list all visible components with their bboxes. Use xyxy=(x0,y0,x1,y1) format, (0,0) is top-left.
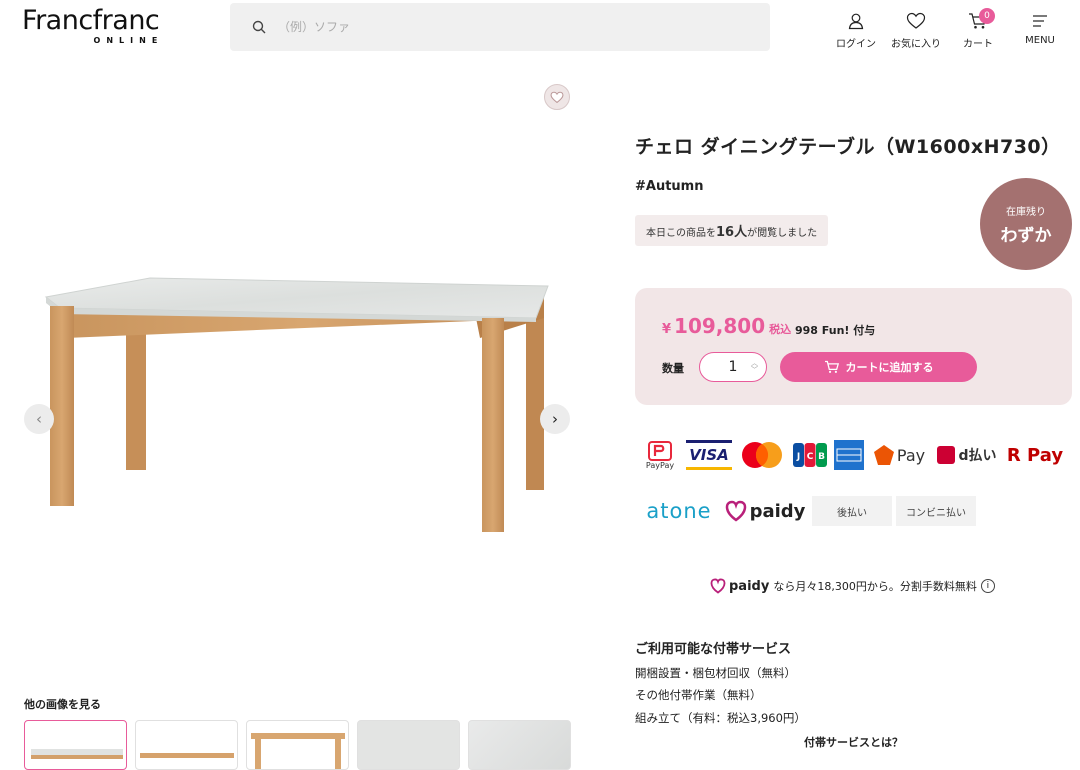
svg-text:C: C xyxy=(807,452,814,462)
thumbnail-2[interactable] xyxy=(135,720,238,770)
amex-logo xyxy=(834,440,864,470)
favorites-label: お気に入り xyxy=(891,39,941,50)
add-to-favorites-button[interactable] xyxy=(544,84,570,110)
thumbnail-3[interactable] xyxy=(246,720,349,770)
service-item: 組み立て（有料：税込3,960円） xyxy=(635,711,806,725)
visa-label: VISA xyxy=(689,446,729,464)
services-info-link[interactable]: 付帯サービスとは？ xyxy=(804,734,903,750)
search-input[interactable] xyxy=(276,19,716,35)
rakuten-pay-label: R Pay xyxy=(1006,444,1064,466)
hamburger-icon xyxy=(1033,15,1047,27)
gallery-next-button[interactable]: › xyxy=(540,404,570,434)
mastercard-icon xyxy=(742,442,782,468)
mastercard-logo xyxy=(738,440,786,470)
cart-count-badge: 0 xyxy=(979,8,995,24)
chevron-left-icon: ‹ xyxy=(36,410,42,428)
gallery-prev-button[interactable]: ‹ xyxy=(24,404,54,434)
paypay-label: PayPay xyxy=(645,460,675,470)
purchase-panel: ¥109,800 税込 998 Fun! 付与 数量 1 ︿ ﹀ カートに追加する xyxy=(635,288,1072,405)
amex-icon xyxy=(836,448,862,462)
price-value: 109,800 xyxy=(674,314,766,338)
favorites-link[interactable]: お気に入り xyxy=(886,12,946,50)
user-icon xyxy=(848,13,864,30)
au-pay-icon xyxy=(873,445,894,465)
paidy-installment-text: なら月々18,300円から。分割手数料無料 xyxy=(773,580,977,593)
paidy-label: paidy xyxy=(749,500,806,522)
service-item: その他付帯作業（無料） xyxy=(635,688,762,702)
logo-text: Francfranc xyxy=(22,5,160,36)
info-icon[interactable]: i xyxy=(980,579,995,593)
jcb-logo: J C B xyxy=(792,442,828,468)
service-item: 開梱設置・梱包材回収（無料） xyxy=(635,666,796,680)
chevron-right-icon: › xyxy=(552,410,558,428)
viewed-prefix: 本日この商品を xyxy=(646,228,716,239)
viewed-count: 16人 xyxy=(716,225,748,240)
reward-points: 998 Fun! 付与 xyxy=(795,324,876,337)
currency-symbol: ¥ xyxy=(662,322,672,337)
viewed-count-notice: 本日この商品を16人が閲覧しました xyxy=(635,215,829,246)
quantity-stepper[interactable]: 1 ︿ ﹀ xyxy=(699,352,767,382)
quantity-label: 数量 xyxy=(662,362,684,375)
docomo-icon xyxy=(937,446,956,464)
add-to-cart-button[interactable]: カートに追加する xyxy=(780,352,977,382)
paidy-icon xyxy=(710,578,726,594)
au-pay-logo: Pay xyxy=(870,444,928,466)
paypay-icon xyxy=(648,440,672,461)
atone-logo: atone xyxy=(640,499,718,523)
search-bar[interactable] xyxy=(230,3,770,51)
thumbnail-strip xyxy=(24,720,571,770)
heart-icon xyxy=(550,91,564,103)
product-main-image xyxy=(44,277,549,532)
payment-methods-row-1: PayPay VISA J C B Pay d払い R Pay xyxy=(640,440,1070,470)
cart-link[interactable]: 0 カート xyxy=(948,8,1008,50)
login-label: ログイン xyxy=(836,39,876,50)
convenience-store-payment-badge: コンビニ払い xyxy=(896,496,976,526)
other-images-heading: 他の画像を見る xyxy=(24,698,101,711)
stock-status: わずか xyxy=(1000,225,1052,246)
atone-label: atone xyxy=(646,499,712,523)
services-heading: ご利用可能な付帯サービス xyxy=(635,642,792,657)
add-to-cart-label: カートに追加する xyxy=(845,361,934,374)
visa-logo: VISA xyxy=(686,440,732,470)
heart-icon xyxy=(906,12,926,29)
up-down-chevron-icon[interactable]: ︿ ﹀ xyxy=(751,360,758,374)
product-price: ¥109,800 税込 xyxy=(662,314,791,338)
rakuten-pay-logo: R Pay xyxy=(1006,445,1064,466)
paidy-icon xyxy=(725,500,746,522)
d-pay-logo: d払い xyxy=(934,445,1000,465)
paidy-installment-info: paidy なら月々18,300円から。分割手数料無料 i xyxy=(710,578,995,594)
cart-icon xyxy=(824,360,839,373)
search-icon xyxy=(252,20,266,34)
paidy-brand: paidy xyxy=(729,578,770,594)
d-pay-label: d払い xyxy=(958,448,997,464)
cart-label: カート xyxy=(963,39,993,50)
thumbnail-1[interactable] xyxy=(24,720,127,770)
tax-label: 税込 xyxy=(769,323,792,336)
jcb-icon: J C B xyxy=(793,443,827,467)
deferred-payment-badge: 後払い xyxy=(812,496,892,526)
payment-methods-row-2: atone paidy 後払い コンビニ払い xyxy=(640,496,980,526)
product-title: チェロ ダイニングテーブル（W1600xH730） xyxy=(635,136,1061,158)
stock-label: 在庫残り xyxy=(1006,206,1046,218)
au-pay-label: Pay xyxy=(896,445,926,465)
viewed-suffix: が閲覧しました xyxy=(747,228,818,239)
thumbnail-4[interactable] xyxy=(357,720,460,770)
menu-button[interactable]: MENU xyxy=(1010,12,1070,46)
svg-text:J: J xyxy=(796,452,800,462)
quantity-value: 1 xyxy=(728,359,738,375)
low-stock-badge: 在庫残り わずか xyxy=(980,178,1072,270)
logo-subtext: ONLINE xyxy=(93,36,164,45)
login-link[interactable]: ログイン xyxy=(826,12,886,50)
thumbnail-5[interactable] xyxy=(468,720,571,770)
paidy-logo: paidy xyxy=(724,500,806,522)
svg-text:B: B xyxy=(818,452,825,462)
product-tag[interactable]: #Autumn xyxy=(635,179,703,194)
site-logo[interactable]: Francfranc ONLINE xyxy=(22,5,160,46)
menu-label: MENU xyxy=(1025,35,1055,46)
paypay-logo: PayPay xyxy=(640,440,680,470)
